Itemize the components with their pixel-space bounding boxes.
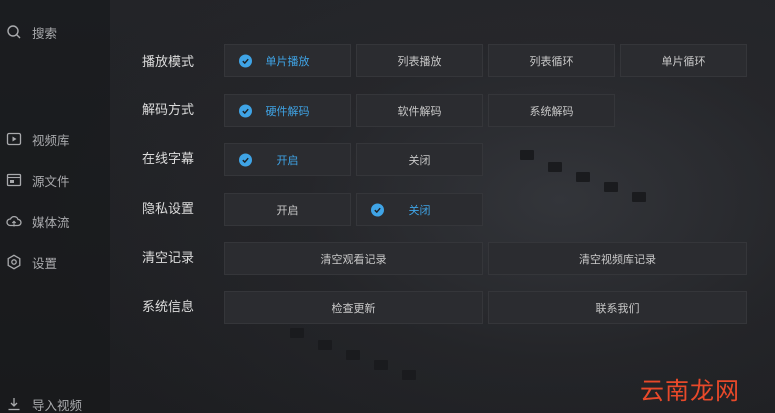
playback-single-button[interactable]: 单片播放 — [224, 44, 351, 77]
sidebar-item-label: 视频库 — [32, 132, 70, 148]
cloud-icon — [6, 215, 22, 227]
import-icon — [8, 398, 20, 411]
folder-icon — [6, 173, 22, 187]
sidebar-item-label: 源文件 — [32, 173, 70, 189]
privacy-on-button[interactable]: 开启 — [224, 193, 351, 226]
sidebar-item-settings[interactable]: 设置 — [6, 251, 57, 273]
sidebar-item-video-library[interactable]: 视频库 — [6, 128, 70, 150]
search-button[interactable]: 搜索 — [6, 21, 57, 43]
check-icon — [239, 104, 252, 117]
privacy-settings-label: 隐私设置 — [142, 202, 195, 217]
video-library-icon — [6, 132, 22, 146]
sidebar-item-label: 媒体流 — [32, 214, 70, 230]
playback-single-loop-button[interactable]: 单片循环 — [620, 44, 747, 77]
clear-library-history-button[interactable]: 清空视频库记录 — [488, 242, 747, 275]
import-video-label: 导入视频 — [32, 397, 83, 413]
playback-mode-label: 播放模式 — [142, 55, 195, 70]
sidebar: 搜索 视频库 源文件 媒体流 设置 导入视频 — [0, 0, 110, 413]
decode-software-button[interactable]: 软件解码 — [356, 94, 483, 127]
decode-system-button[interactable]: 系统解码 — [488, 94, 615, 127]
import-video-button[interactable]: 导入视频 — [6, 393, 82, 413]
clear-watch-history-button[interactable]: 清空观看记录 — [224, 242, 483, 275]
privacy-off-button[interactable]: 关闭 — [356, 193, 483, 226]
sidebar-item-source-files[interactable]: 源文件 — [6, 169, 70, 191]
sidebar-item-media-stream[interactable]: 媒体流 — [6, 210, 70, 232]
decode-hardware-button[interactable]: 硬件解码 — [224, 94, 351, 127]
check-icon — [239, 153, 252, 166]
playback-list-loop-button[interactable]: 列表循环 — [488, 44, 615, 77]
online-subtitles-label: 在线字幕 — [142, 152, 195, 167]
system-info-label: 系统信息 — [142, 300, 195, 315]
decode-mode-label: 解码方式 — [142, 103, 195, 118]
search-icon — [7, 25, 21, 39]
sidebar-item-label: 设置 — [32, 255, 58, 271]
subtitles-on-button[interactable]: 开启 — [224, 143, 351, 176]
clear-records-label: 清空记录 — [142, 251, 195, 266]
check-update-button[interactable]: 检查更新 — [224, 291, 483, 324]
watermark-text: 云南龙网 — [640, 376, 740, 405]
subtitles-off-button[interactable]: 关闭 — [356, 143, 483, 176]
gear-icon — [7, 254, 21, 270]
check-icon — [371, 203, 384, 216]
search-label: 搜索 — [32, 25, 58, 41]
check-icon — [239, 54, 252, 67]
contact-us-button[interactable]: 联系我们 — [488, 291, 747, 324]
playback-list-button[interactable]: 列表播放 — [356, 44, 483, 77]
